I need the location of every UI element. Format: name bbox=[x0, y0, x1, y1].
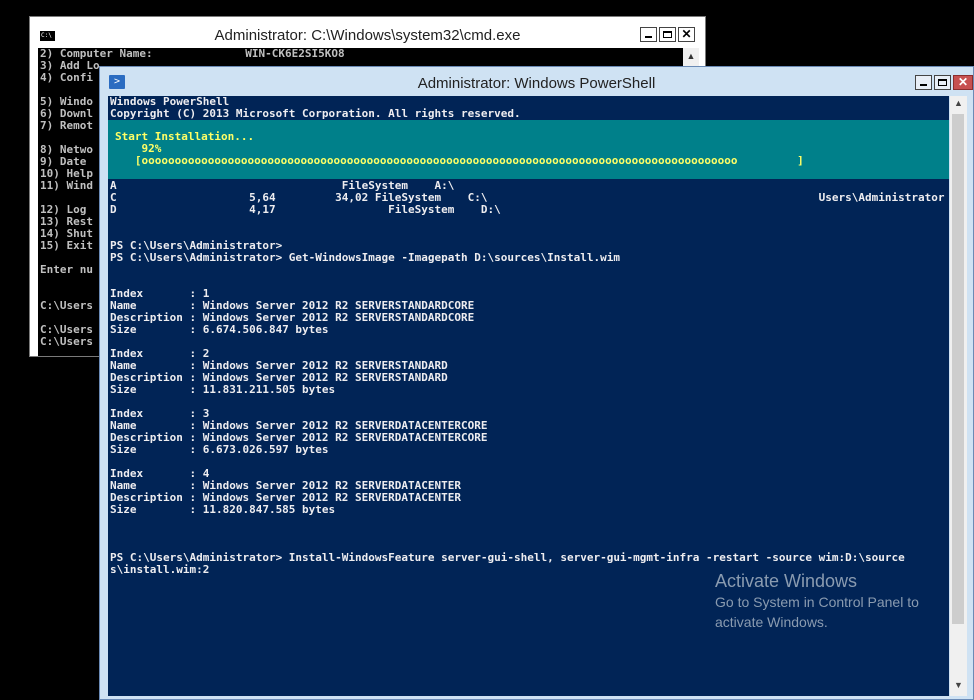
activate-windows-watermark: Activate Windows Go to System in Control… bbox=[715, 570, 919, 632]
maximize-icon bbox=[938, 79, 947, 86]
cmd-close-button[interactable]: ✕ bbox=[678, 27, 695, 42]
ps-console-line: Size : 6.674.506.847 bytes bbox=[110, 323, 329, 336]
ps-console-line bbox=[110, 216, 944, 228]
minimize-icon bbox=[920, 84, 927, 86]
ps-console-line bbox=[110, 516, 944, 528]
ps-window-title: Administrator: Windows PowerShell bbox=[417, 75, 656, 92]
maximize-icon bbox=[663, 31, 672, 38]
close-icon: ✕ bbox=[957, 75, 969, 89]
ps-console-line bbox=[110, 276, 944, 288]
ps-console-line: Size : 11.831.211.505 bytes bbox=[110, 383, 336, 396]
ps-console-text: A FileSystem A:\ C 5,64 34,02 FileSystem … bbox=[108, 180, 944, 576]
scroll-up-icon[interactable]: ▲ bbox=[950, 98, 967, 112]
cmd-window-title: Administrator: C:\Windows\system32\cmd.e… bbox=[214, 27, 521, 44]
watermark-line-2: activate Windows. bbox=[715, 614, 828, 630]
minimize-icon bbox=[645, 36, 652, 38]
watermark-title: Activate Windows bbox=[715, 571, 858, 591]
scroll-up-icon[interactable]: ▲ bbox=[683, 48, 699, 64]
cmd-maximize-button[interactable] bbox=[659, 27, 676, 42]
ps-console-line bbox=[110, 528, 944, 540]
ps-console-line: D 4,17 FileSystem D:\ bbox=[110, 203, 501, 216]
ps-minimize-button[interactable] bbox=[915, 75, 932, 90]
ps-header-text: Windows PowerShell Copyright (C) 2013 Mic… bbox=[108, 96, 521, 120]
ps-header-line: Copyright (C) 2013 Microsoft Corporation… bbox=[110, 107, 521, 120]
ps-console-line bbox=[110, 456, 944, 468]
close-icon: ✕ bbox=[681, 27, 692, 41]
ps-maximize-button[interactable] bbox=[934, 75, 951, 90]
progress-label: Start Installation... bbox=[115, 130, 255, 143]
cmd-console-line: 2) Computer Name: WIN-CK6E2SI5KO8 bbox=[40, 48, 345, 60]
ps-close-button[interactable]: ✕ bbox=[953, 75, 973, 90]
cmd-minimize-button[interactable] bbox=[640, 27, 657, 42]
ps-console-line: Size : 11.820.847.585 bytes bbox=[110, 503, 336, 516]
ps-console-line bbox=[110, 336, 944, 348]
ps-titlebar[interactable]: > Administrator: Windows PowerShell ✕ bbox=[100, 67, 973, 97]
ps-console-line: PS C:\Users\Administrator> Install-Windo… bbox=[110, 551, 905, 564]
scroll-thumb[interactable] bbox=[952, 114, 964, 624]
ps-console-line: PS C:\Users\Administrator> Get-WindowsIm… bbox=[110, 251, 620, 264]
ps-console-line bbox=[110, 264, 944, 276]
progress-bar: [ooooooooooooooooooooooooooooooooooooooo… bbox=[134, 154, 804, 167]
install-progress-panel: Start Installation... 92% [ooooooooooooo… bbox=[108, 120, 949, 179]
watermark-line-1: Go to System in Control Panel to bbox=[715, 594, 919, 610]
ps-console-line: Size : 6.673.026.597 bytes bbox=[110, 443, 329, 456]
scroll-down-icon[interactable]: ▼ bbox=[950, 680, 967, 694]
ps-console-line bbox=[110, 396, 944, 408]
ps-scrollbar[interactable]: ▲ ▼ bbox=[950, 96, 967, 696]
